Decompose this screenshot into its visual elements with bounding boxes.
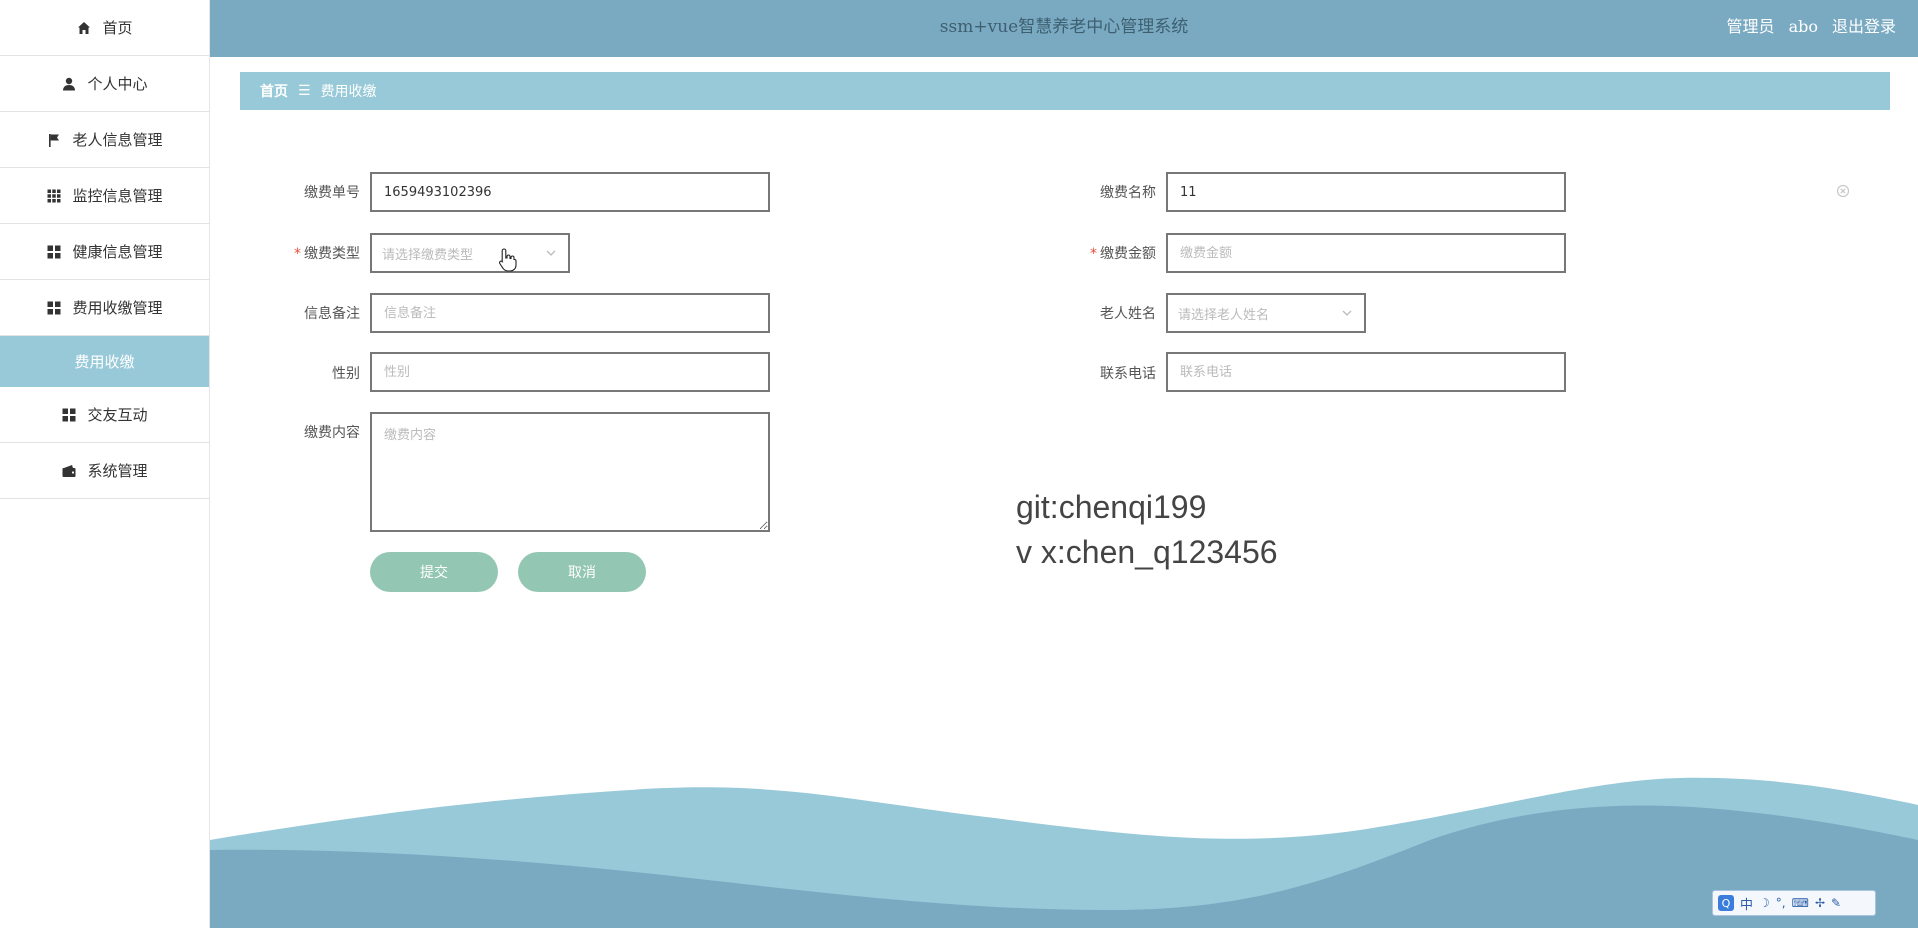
fee-name-input[interactable]	[1166, 172, 1566, 212]
breadcrumb-home[interactable]: 首页	[260, 81, 288, 101]
ime-toolbar[interactable]: Q 中 ☽ °, ⌨ ✢ ✎	[1712, 890, 1876, 916]
flag-icon	[46, 132, 62, 148]
sidebar-item-monitor[interactable]: 监控信息管理	[0, 168, 209, 224]
amount-input[interactable]	[1166, 233, 1566, 273]
sidebar-item-home[interactable]: 首页	[0, 0, 209, 56]
sidebar-item-label: 个人中心	[87, 75, 148, 93]
sidebar-item-label: 首页	[102, 19, 133, 37]
ime-mode[interactable]: 中	[1740, 894, 1753, 913]
fee-type-placeholder: 请选择缴费类型	[382, 247, 474, 263]
ime-logo-icon: Q	[1718, 895, 1734, 911]
remark-input[interactable]	[370, 293, 770, 333]
ime-moon-icon[interactable]: ☽	[1759, 896, 1770, 910]
sidebar-item-health[interactable]: 健康信息管理	[0, 224, 209, 280]
sidebar-item-label: 系统管理	[87, 462, 148, 480]
sidebar-item-label: 费用收缴	[74, 353, 135, 371]
ime-punctuation-icon[interactable]: °,	[1776, 896, 1786, 910]
watermark-text: git:chenqi199 v x:chen_q123456	[1016, 485, 1278, 575]
content-textarea[interactable]	[370, 412, 770, 532]
logout-link[interactable]: 退出登录	[1832, 0, 1896, 54]
tiles-icon	[46, 244, 62, 260]
user-icon	[61, 76, 77, 92]
tiles-icon	[46, 300, 62, 316]
ime-keyboard-icon[interactable]: ⌨	[1792, 896, 1809, 910]
header-user-area: 管理员 abo 退出登录	[1727, 0, 1896, 54]
amount-label: * 缴费金额	[1090, 246, 1156, 262]
ime-settings-icon[interactable]: ✎	[1831, 896, 1841, 910]
gender-input[interactable]	[370, 352, 770, 392]
fee-type-select[interactable]: 请选择缴费类型	[370, 233, 570, 273]
top-header: ssm+vue智慧养老中心管理系统 管理员 abo 退出登录	[210, 0, 1918, 57]
breadcrumb: 首页 ☰ 费用收缴	[240, 72, 1890, 110]
elder-name-label: 老人姓名	[1100, 306, 1156, 322]
home-icon	[76, 20, 92, 36]
sidebar-item-label: 老人信息管理	[72, 131, 163, 149]
order-no-input[interactable]	[370, 172, 770, 212]
app-title: ssm+vue智慧养老中心管理系统	[939, 17, 1189, 37]
username: abo	[1788, 17, 1818, 36]
tiles-icon	[61, 407, 77, 423]
sidebar-item-profile[interactable]: 个人中心	[0, 56, 209, 112]
breadcrumb-separator-icon: ☰	[298, 83, 311, 99]
sidebar-item-social[interactable]: 交友互动	[0, 387, 209, 443]
sidebar-item-system[interactable]: 系统管理	[0, 443, 209, 499]
wallet-icon	[61, 463, 77, 479]
sidebar: 首页 个人中心 老人信息管理 监控信息管理 健康信息管理 费用收缴管理 费用收缴…	[0, 0, 210, 928]
elder-name-placeholder: 请选择老人姓名	[1178, 307, 1270, 323]
sidebar-subitem-fee-collection[interactable]: 费用收缴	[0, 336, 209, 387]
gender-label: 性别	[332, 366, 360, 382]
phone-input[interactable]	[1166, 352, 1566, 392]
content-label: 缴费内容	[304, 425, 360, 441]
submit-button[interactable]: 提交	[370, 552, 498, 592]
decorative-waves	[210, 777, 1918, 928]
phone-label: 联系电话	[1100, 366, 1156, 382]
sidebar-item-label: 健康信息管理	[72, 243, 163, 261]
ime-skin-icon[interactable]: ✢	[1815, 896, 1825, 910]
hand-cursor-icon	[499, 248, 517, 272]
grid-icon	[46, 188, 62, 204]
sidebar-item-elder-info[interactable]: 老人信息管理	[0, 112, 209, 168]
sidebar-item-label: 交友互动	[87, 406, 148, 424]
sidebar-item-label: 监控信息管理	[72, 187, 163, 205]
chevron-down-icon	[1340, 306, 1354, 320]
fee-type-label: * 缴费类型	[294, 246, 360, 262]
cancel-button[interactable]: 取消	[518, 552, 646, 592]
elder-name-select[interactable]: 请选择老人姓名	[1166, 293, 1366, 333]
fee-name-label: 缴费名称	[1100, 185, 1156, 201]
watermark-line-2: v x:chen_q123456	[1016, 534, 1278, 570]
order-no-label: 缴费单号	[304, 185, 360, 201]
clear-circle-icon[interactable]	[1836, 183, 1850, 198]
remark-label: 信息备注	[304, 306, 360, 322]
sidebar-item-fee-management[interactable]: 费用收缴管理	[0, 280, 209, 336]
watermark-line-1: git:chenqi199	[1016, 489, 1207, 525]
breadcrumb-current: 费用收缴	[320, 84, 377, 100]
chevron-down-icon	[544, 246, 558, 260]
user-role: 管理员	[1726, 17, 1775, 36]
sidebar-item-label: 费用收缴管理	[72, 299, 163, 317]
